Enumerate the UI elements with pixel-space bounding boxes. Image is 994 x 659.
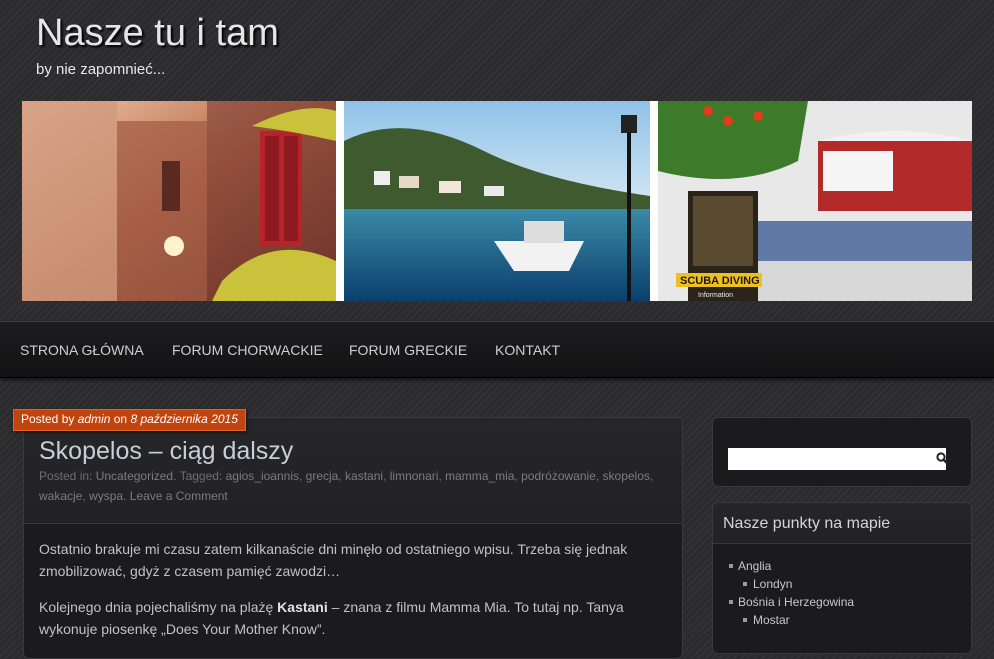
taverna-sign-text: SCUBA DIVING bbox=[680, 275, 760, 287]
map-point-link[interactable]: Londyn bbox=[753, 575, 792, 593]
bullet-icon bbox=[743, 618, 747, 622]
post-meta: Posted in: Uncategorized. Tagged: agios_… bbox=[39, 469, 654, 503]
croatian-alley-photo bbox=[22, 101, 336, 301]
widget-title: Nasze punkty na mapie bbox=[713, 503, 971, 544]
search-icon[interactable] bbox=[935, 451, 951, 467]
greek-harbour-photo bbox=[344, 101, 650, 301]
posted-in-label: Posted in: bbox=[39, 469, 93, 483]
list-item: Mostar bbox=[713, 611, 971, 629]
list-item: Londyn bbox=[713, 575, 971, 593]
post-paragraph: Kolejnego dnia pojechaliśmy na plażę Kas… bbox=[39, 599, 624, 637]
leave-comment-link[interactable]: Leave a Comment bbox=[130, 489, 228, 503]
blog-post: Skopelos – ciąg dalszy Posted in: Uncate… bbox=[23, 417, 683, 659]
list-item: Bośnia i Herzegowina bbox=[713, 593, 971, 611]
post-body: Ostatnio brakuje mi czasu zatem kilkanaś… bbox=[39, 538, 664, 654]
list-item: Anglia bbox=[713, 557, 971, 575]
bullet-icon bbox=[729, 564, 733, 568]
nav-item-home[interactable]: STRONA GŁÓWNA bbox=[20, 342, 144, 358]
search-widget bbox=[712, 417, 972, 487]
main-navigation: STRONA GŁÓWNA FORUM CHORWACKIE FORUM GRE… bbox=[0, 321, 994, 378]
greek-taverna-photo: SCUBA DIVING Information bbox=[658, 101, 972, 301]
author-link[interactable]: admin bbox=[78, 412, 111, 426]
header-image-strip: SCUBA DIVING Information bbox=[22, 101, 972, 301]
bold-place-name: Kastani bbox=[277, 599, 328, 615]
post-header: Skopelos – ciąg dalszy Posted in: Uncate… bbox=[24, 418, 682, 524]
map-point-link[interactable]: Mostar bbox=[753, 611, 790, 629]
taverna-sign-subtext: Information bbox=[698, 292, 733, 299]
tag-link[interactable]: grecja bbox=[306, 469, 339, 483]
tag-link[interactable]: wyspa bbox=[89, 489, 123, 503]
tag-link[interactable]: kastani bbox=[345, 469, 383, 483]
map-points-widget: Nasze punkty na mapie Anglia Londyn Bośn… bbox=[712, 502, 972, 654]
map-points-list: Anglia Londyn Bośnia i Herzegowina Mosta… bbox=[713, 557, 971, 629]
search-input[interactable] bbox=[728, 448, 946, 470]
tag-link[interactable]: wakacje bbox=[39, 489, 82, 503]
map-point-link[interactable]: Bośnia i Herzegowina bbox=[738, 593, 854, 611]
tag-link[interactable]: mamma_mia bbox=[445, 469, 514, 483]
tag-link[interactable]: skopelos bbox=[603, 469, 650, 483]
site-description: by nie zapomnieć... bbox=[36, 61, 166, 78]
tagged-label: Tagged: bbox=[179, 469, 223, 483]
bullet-icon bbox=[729, 600, 733, 604]
posted-by-badge: Posted by admin on 8 października 2015 bbox=[13, 409, 246, 431]
site-title[interactable]: Nasze tu i tam bbox=[36, 12, 279, 55]
category-link[interactable]: Uncategorized bbox=[96, 469, 173, 483]
post-date[interactable]: 8 października 2015 bbox=[130, 412, 237, 426]
map-point-link[interactable]: Anglia bbox=[738, 557, 771, 575]
map-widget-title: Nasze punkty na mapie bbox=[723, 515, 891, 532]
tag-link[interactable]: limnonari bbox=[390, 469, 439, 483]
post-paragraph: Ostatnio brakuje mi czasu zatem kilkanaś… bbox=[39, 541, 628, 579]
nav-item-forum-greek[interactable]: FORUM GRECKIE bbox=[349, 342, 467, 358]
bullet-icon bbox=[743, 582, 747, 586]
nav-item-contact[interactable]: KONTAKT bbox=[495, 342, 560, 358]
post-title[interactable]: Skopelos – ciąg dalszy bbox=[39, 437, 293, 466]
tag-link[interactable]: podróżowanie bbox=[521, 469, 596, 483]
tag-link[interactable]: agios_ioannis bbox=[226, 469, 299, 483]
nav-item-forum-croatian[interactable]: FORUM CHORWACKIE bbox=[172, 342, 323, 358]
